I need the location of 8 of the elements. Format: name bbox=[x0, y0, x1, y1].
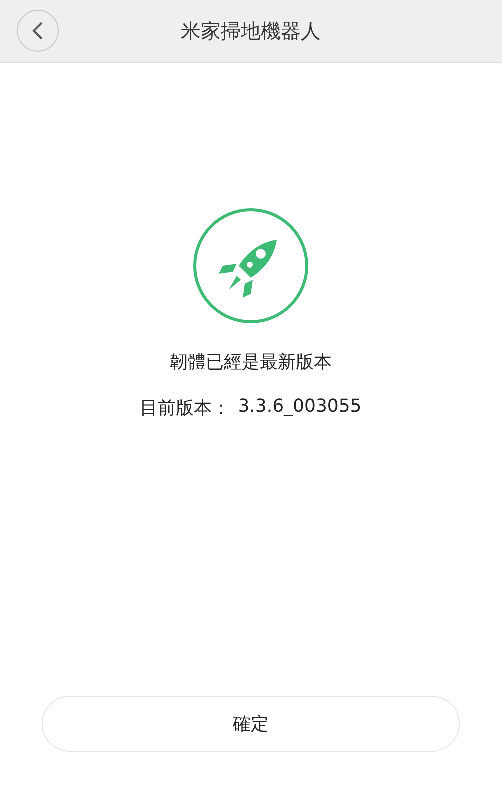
status-message: 韌體已經是最新版本 bbox=[170, 351, 332, 374]
chevron-left-icon bbox=[31, 21, 45, 41]
version-number: 3.3.6_003055 bbox=[238, 396, 362, 419]
confirm-button[interactable]: 確定 bbox=[42, 696, 460, 752]
back-button[interactable] bbox=[17, 10, 59, 52]
page-title: 米家掃地機器人 bbox=[181, 18, 321, 44]
rocket-icon bbox=[193, 208, 309, 324]
version-label: 目前版本： bbox=[140, 397, 230, 420]
